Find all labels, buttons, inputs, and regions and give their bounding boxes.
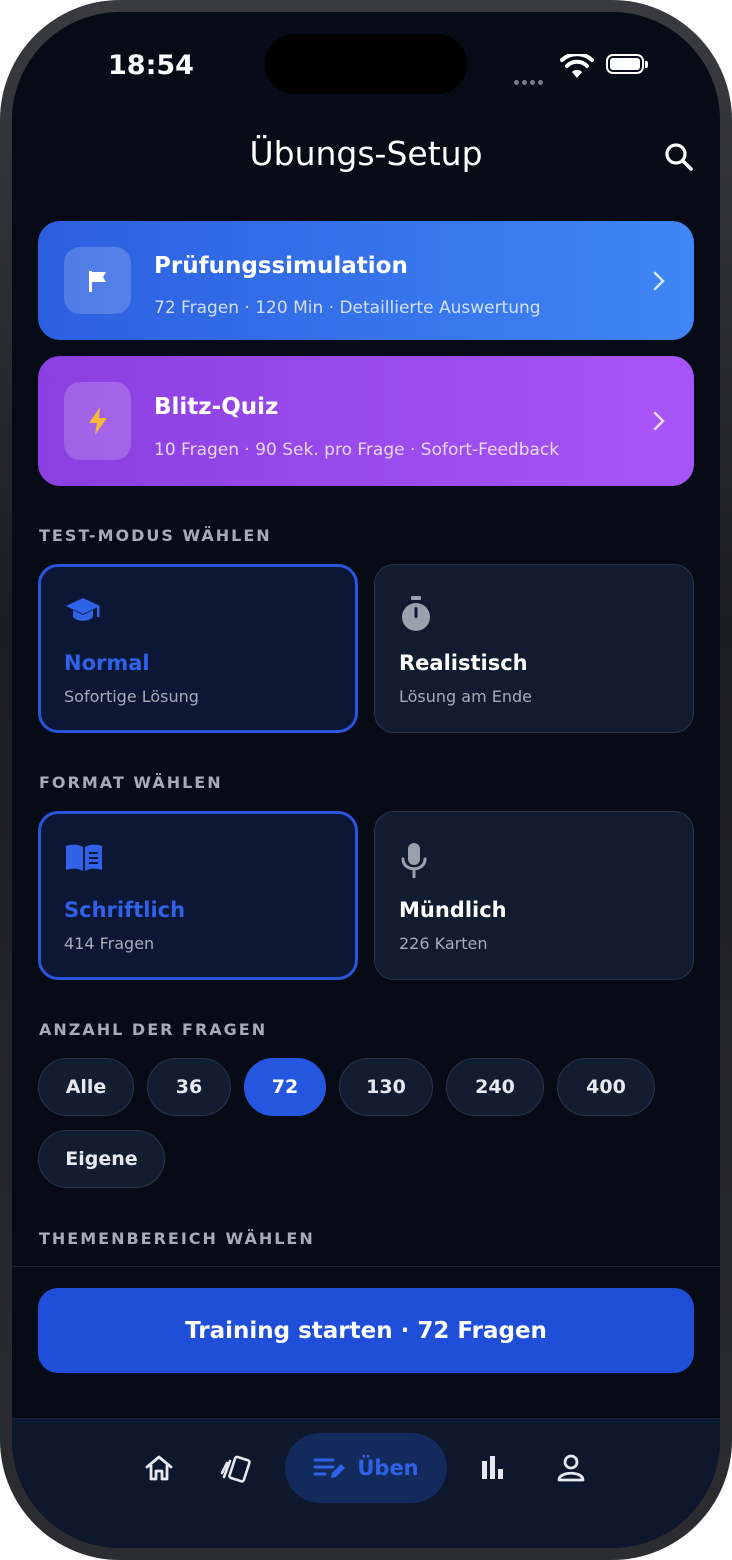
format-label: FORMAT WÄHLEN [39,773,223,792]
format-oral-title: Mündlich [399,898,507,922]
microphone-icon [401,843,427,878]
book-icon [66,844,102,871]
practice-icon [313,1458,346,1478]
exam-simulation-subtitle: 72 Fragen · 120 Min · Detaillierte Auswe… [154,298,541,318]
status-time: 18:54 [108,50,194,81]
exam-simulation-card[interactable]: Prüfungssimulation 72 Fragen · 120 Min ·… [38,221,694,340]
search-icon[interactable] [664,142,694,172]
chevron-right-icon [653,411,665,431]
test-mode-realistic-title: Realistisch [399,651,528,675]
home-icon[interactable] [144,1453,174,1483]
format-written-title: Schriftlich [64,898,186,922]
blitz-quiz-card[interactable]: Blitz-Quiz 10 Fragen · 90 Sek. pro Frage… [38,356,694,486]
test-mode-normal-title: Normal [64,651,150,675]
stats-icon[interactable] [478,1453,508,1483]
blitz-quiz-title: Blitz-Quiz [154,394,279,420]
flag-icon [88,270,106,292]
topic-label: THEMENBEREICH WÄHLEN [39,1229,315,1248]
count-chip-72[interactable]: 72 [244,1058,326,1116]
lightning-icon [88,407,107,435]
stopwatch-icon [402,596,430,631]
flag-icon-box [64,247,131,314]
phone-frame: 18:54 Übungs-Setup Prüfungssimulation 72… [0,0,732,1560]
dynamic-island [265,34,467,94]
cellular-signal-icon [514,70,546,89]
divider [12,1266,720,1267]
test-mode-realistic[interactable]: Realistisch Lösung am Ende [374,564,694,733]
format-oral[interactable]: Mündlich 226 Karten [374,811,694,980]
test-mode-normal-subtitle: Sofortige Lösung [64,687,199,706]
page-title: Übungs-Setup [249,134,483,173]
screen: 18:54 Übungs-Setup Prüfungssimulation 72… [12,12,720,1548]
cards-icon[interactable] [220,1453,254,1485]
start-training-button[interactable]: Training starten · 72 Fragen [38,1288,694,1373]
chevron-right-icon [653,271,665,290]
lightning-icon-box [64,382,131,460]
blitz-quiz-subtitle: 10 Fragen · 90 Sek. pro Frage · Sofort-F… [154,440,560,460]
count-chip-130[interactable]: 130 [339,1058,433,1116]
battery-icon [606,54,648,74]
exam-simulation-title: Prüfungssimulation [154,253,408,279]
test-mode-realistic-subtitle: Lösung am Ende [399,687,533,706]
test-mode-label: TEST-MODUS WÄHLEN [39,526,272,545]
tab-bar: Üben [12,1418,720,1548]
count-chip-36[interactable]: 36 [147,1058,231,1116]
graduation-cap-icon [66,598,100,621]
format-written[interactable]: Schriftlich 414 Fragen [38,811,358,980]
count-chip-all[interactable]: Alle [38,1058,134,1116]
format-oral-subtitle: 226 Karten [399,934,488,953]
profile-icon[interactable] [556,1453,586,1483]
count-chip-240[interactable]: 240 [446,1058,544,1116]
test-mode-normal[interactable]: Normal Sofortige Lösung [38,564,358,733]
format-written-subtitle: 414 Fragen [64,934,155,953]
count-chip-400[interactable]: 400 [557,1058,655,1116]
count-chip-custom[interactable]: Eigene [38,1130,165,1188]
question-count-label: ANZAHL DER FRAGEN [39,1020,268,1039]
tab-practice-label: Üben [357,1456,419,1480]
tab-practice[interactable]: Üben [285,1433,447,1503]
wifi-icon [560,54,594,78]
